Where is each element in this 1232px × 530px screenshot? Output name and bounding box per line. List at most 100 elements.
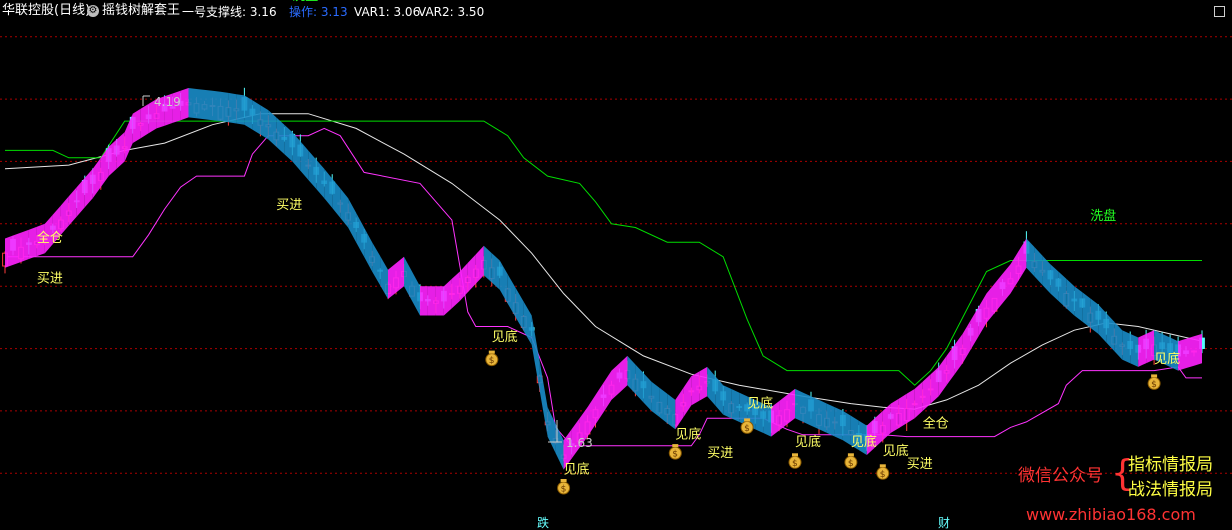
money-bag-symbol: $ (744, 424, 750, 434)
watermark-line2: 战法情报局 (1128, 480, 1213, 500)
ribbon-up-segment (1186, 336, 1194, 369)
signal-label: 买进 (707, 446, 733, 461)
money-bag-symbol: $ (880, 470, 886, 480)
bottom-marker-right: 财 (938, 516, 951, 530)
ribbon-up-segment (787, 388, 795, 425)
ribbon-down-segment (1114, 321, 1123, 360)
money-bag-neck (879, 464, 886, 468)
ribbon-down-segment (308, 150, 317, 189)
ribbon-down-segment (244, 95, 253, 130)
stock-name[interactable]: 华联控股(日线) (2, 4, 90, 18)
ribbon-up-segment (779, 395, 787, 431)
ribbon-down-segment (284, 124, 293, 162)
ribbon-down-segment (1122, 330, 1131, 364)
ribbon-up-segment (675, 388, 684, 430)
ribbon-up-segment (92, 157, 101, 199)
ribbon-down-segment (260, 105, 269, 140)
money-bag-icon: $ (485, 350, 499, 367)
watermark-line1: 指标情报局 (1128, 455, 1213, 475)
ribbon-down-segment (667, 393, 676, 430)
ribbon-down-segment (348, 198, 357, 243)
ribbon-up-segment (1194, 333, 1202, 366)
bottom-marker-left: 跌 (537, 516, 550, 530)
ribbon-up-segment (1018, 238, 1027, 281)
signal-label: 见底 (883, 443, 909, 459)
ribbon-down-segment (316, 159, 325, 199)
ribbon-down-segment (356, 212, 365, 257)
money-bag-symbol: $ (792, 459, 798, 469)
ribbon-up-segment (1002, 264, 1011, 304)
support-line-value: 一号支撑线: 3.16 (182, 5, 277, 19)
ribbon-down-segment (276, 117, 285, 155)
ribbon-down-segment (483, 245, 492, 283)
ribbon-up-segment (116, 132, 125, 169)
gear-icon[interactable]: ⚙ (87, 5, 99, 17)
ribbon-down-segment (803, 392, 811, 426)
money-bag-icon: $ (668, 444, 682, 460)
ribbon-down-segment (268, 110, 277, 147)
signal-annotations: 洗盘洗盘全仓买进买进见底见底见底买进见底见底见底见底全仓买进见底 (37, 0, 1180, 477)
ribbon-up-segment (475, 245, 484, 284)
ribbon-up-segment (986, 283, 995, 323)
signal-label: 全仓 (37, 230, 63, 246)
ribbon-down-segment (539, 361, 548, 437)
ribbon-down-segment (643, 373, 652, 411)
ribbon-down-segment (795, 388, 803, 422)
ribbon-down-segment (547, 407, 556, 454)
ribbon-down-segment (627, 355, 636, 394)
money-bag-icon: $ (876, 464, 890, 480)
ribbon-down-segment (324, 168, 333, 208)
ribbon-up-segment (994, 273, 1003, 314)
ribbon-up-segment (388, 263, 396, 299)
ribbon-up-segment (1138, 333, 1147, 367)
chart-header: 华联控股(日线) ⚙ 摇钱树解套王 一号支撑线: 3.16 操作: 3.13 V… (0, 0, 1232, 22)
wash-label: 洗盘 (1090, 208, 1116, 224)
ribbon-up-segment (435, 286, 444, 316)
signal-label: 买进 (907, 457, 933, 472)
ribbon-down-segment (507, 274, 516, 318)
ribbon-up-segment (108, 139, 117, 177)
ribbon-up-segment (938, 355, 947, 397)
ribbon-up-segment (140, 103, 149, 139)
signal-label: 见底 (675, 427, 701, 443)
candlestick-chart[interactable]: 洗盘洗盘全仓买进买进见底见底见底买进见底见底见底见底全仓买进见底 $$$$$$$… (0, 0, 1232, 530)
ribbon-up-segment (467, 254, 476, 293)
ribbon-down-segment (1074, 286, 1083, 322)
ribbon-up-segment (443, 278, 452, 316)
ribbon-down-segment (499, 260, 508, 304)
ribbon-up-segment (132, 108, 141, 144)
ribbon-up-segment (978, 293, 987, 337)
ribbon-down-segment (236, 94, 245, 125)
var1-value: VAR1: 3.06 (354, 5, 421, 19)
ribbon-down-segment (651, 381, 660, 417)
ribbon-up-segment (946, 344, 955, 386)
watermark-url: www.zhibiao168.com (1026, 505, 1196, 524)
operate-value: 操作: 3.13 (289, 5, 348, 19)
money-bag-symbol: $ (561, 485, 567, 495)
ribbon-down-segment (340, 188, 349, 228)
ribbon-up-segment (396, 256, 404, 293)
ribbon-down-segment (842, 410, 851, 446)
signal-label: 买进 (276, 198, 302, 213)
money-bag-symbol: $ (1151, 380, 1157, 390)
ribbon-down-segment (252, 100, 261, 135)
ribbon-down-segment (707, 366, 716, 406)
ribbon-down-segment (1082, 292, 1091, 328)
ribbon-up-segment (691, 371, 700, 406)
ribbon-up-segment (68, 187, 77, 226)
ribbon-down-segment (188, 88, 197, 119)
money-bag-symbol: $ (848, 459, 854, 469)
ribbon-up-segment (84, 168, 93, 208)
ribbon-up-segment (603, 370, 612, 413)
ribbon-down-segment (212, 90, 221, 122)
money-bag-neck (744, 418, 751, 422)
ribbon-up-segment (587, 395, 596, 437)
money-bag-neck (560, 479, 567, 482)
ribbon-down-segment (204, 89, 213, 121)
indicator-name[interactable]: 摇钱树解套王 (102, 4, 180, 18)
window-square-icon[interactable] (1214, 6, 1225, 17)
low-price-label: 1.63 (566, 436, 593, 450)
ribbon-up-segment (427, 286, 436, 316)
ribbon-up-segment (420, 286, 428, 316)
ribbon-up-segment (180, 88, 189, 121)
